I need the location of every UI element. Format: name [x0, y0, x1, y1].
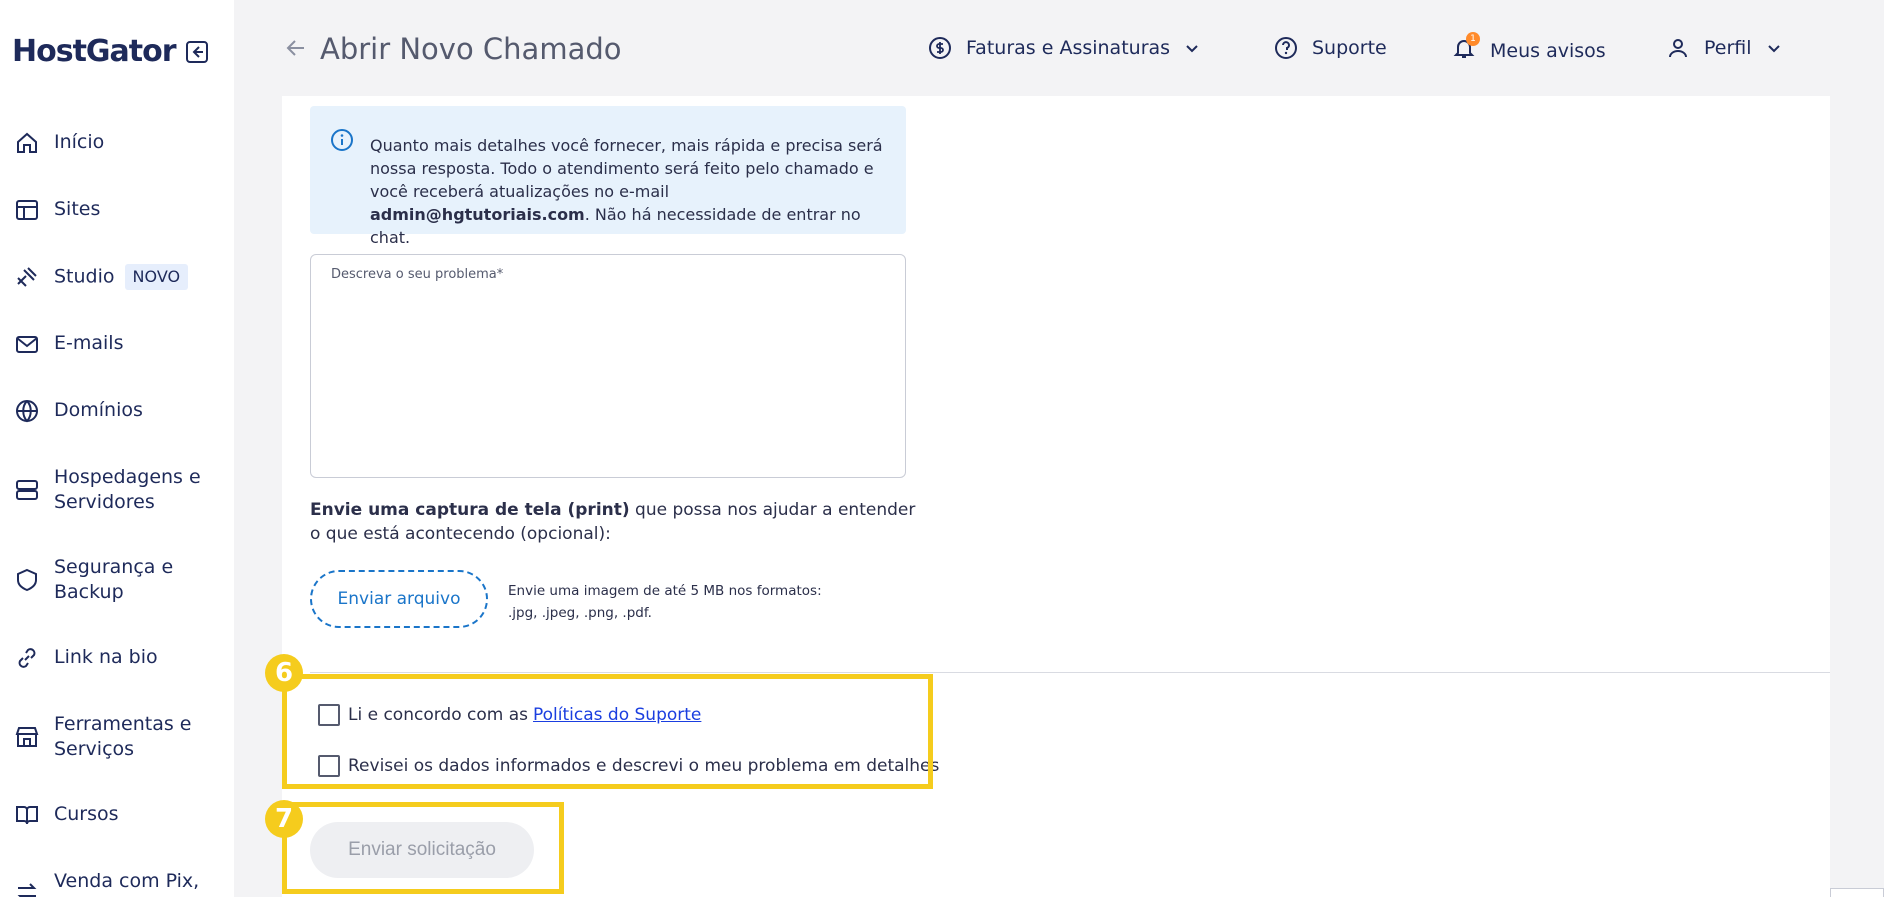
page-title: Abrir Novo Chamado: [320, 32, 622, 66]
sidebar-item-label: Ferramentas e Serviços: [54, 713, 192, 760]
step-badge-6: 6: [265, 654, 303, 692]
notices-label: Meus avisos: [1490, 39, 1606, 62]
mail-icon: [16, 336, 38, 353]
support-email: admin@hgtutoriais.com: [370, 205, 585, 224]
sidebar-item-label: Domínios: [54, 399, 143, 421]
profile-label: Perfil: [1704, 37, 1752, 59]
top-header: Abrir Novo Chamado Faturas e Assinaturas…: [234, 0, 1884, 96]
chevron-down-icon: [1186, 45, 1198, 53]
highlight-box-step6: [282, 674, 933, 789]
corner-widget: [1830, 888, 1884, 897]
profile-menu[interactable]: Perfil: [1666, 36, 1796, 60]
home-icon: [17, 132, 37, 153]
globe-icon: [16, 400, 38, 423]
sidebar-item-label: Cursos: [54, 803, 119, 825]
sidebar-item-label: Hospedagens e Servidores: [54, 466, 201, 513]
info-icon: [331, 129, 353, 151]
divider: [310, 672, 1830, 673]
problem-description-label: Descreva o seu problema*: [331, 267, 504, 282]
sidebar-item-label: E-mails: [54, 332, 124, 354]
logo-row: HostGator: [12, 34, 208, 69]
upload-description: Envie uma captura de tela (print) que po…: [310, 500, 916, 544]
collapse-sidebar-icon[interactable]: [185, 40, 208, 63]
info-notice: Quanto mais detalhes você fornecer, mais…: [310, 106, 906, 247]
sidebar: HostGator Início Sites Studio NOVO E-mail…: [0, 0, 234, 897]
shield-icon: [17, 568, 37, 592]
book-icon: [16, 806, 38, 825]
step-badge-7: 7: [265, 800, 303, 838]
highlight-box-step7: [282, 802, 564, 894]
sidebar-item-label: Link na bio: [54, 646, 158, 668]
notices-link[interactable]: 1 Meus avisos: [1452, 32, 1606, 65]
sidebar-item-label: Studio NOVO: [54, 264, 224, 290]
back-arrow-icon[interactable]: [284, 36, 308, 60]
info-text: Quanto mais detalhes você fornecer, mais…: [370, 136, 883, 247]
transfer-icon: [17, 883, 37, 897]
send-file-button[interactable]: Enviar arquivo: [310, 570, 488, 628]
bell-wrapper: 1: [1452, 32, 1480, 65]
studio-icon: [17, 267, 37, 287]
billing-menu[interactable]: Faturas e Assinaturas: [928, 36, 1214, 60]
support-label: Suporte: [1312, 37, 1387, 59]
billing-label: Faturas e Assinaturas: [966, 37, 1171, 59]
layout-icon: [16, 200, 38, 220]
support-link[interactable]: Suporte: [1274, 36, 1387, 60]
chevron-down-icon: [1767, 45, 1780, 53]
file-format-hint: Envie uma imagem de até 5 MB nos formato…: [508, 583, 822, 621]
sidebar-item-label: Início: [54, 131, 105, 153]
problem-description-field[interactable]: Descreva o seu problema*: [310, 254, 906, 478]
server-icon: [16, 480, 38, 500]
sidebar-item-label: Segurança e Backup: [54, 556, 174, 603]
dollar-icon: [929, 37, 951, 59]
store-icon: [15, 727, 39, 747]
sidebar-item-label: Venda com Pix,: [54, 870, 200, 892]
help-icon: [1275, 37, 1297, 59]
sidebar-item-label: Sites: [54, 198, 101, 220]
new-badge: NOVO: [124, 264, 189, 290]
notification-count-badge: 1: [1466, 32, 1480, 46]
link-icon: [18, 648, 36, 668]
logo[interactable]: HostGator: [12, 34, 177, 69]
user-icon: [1669, 39, 1687, 58]
